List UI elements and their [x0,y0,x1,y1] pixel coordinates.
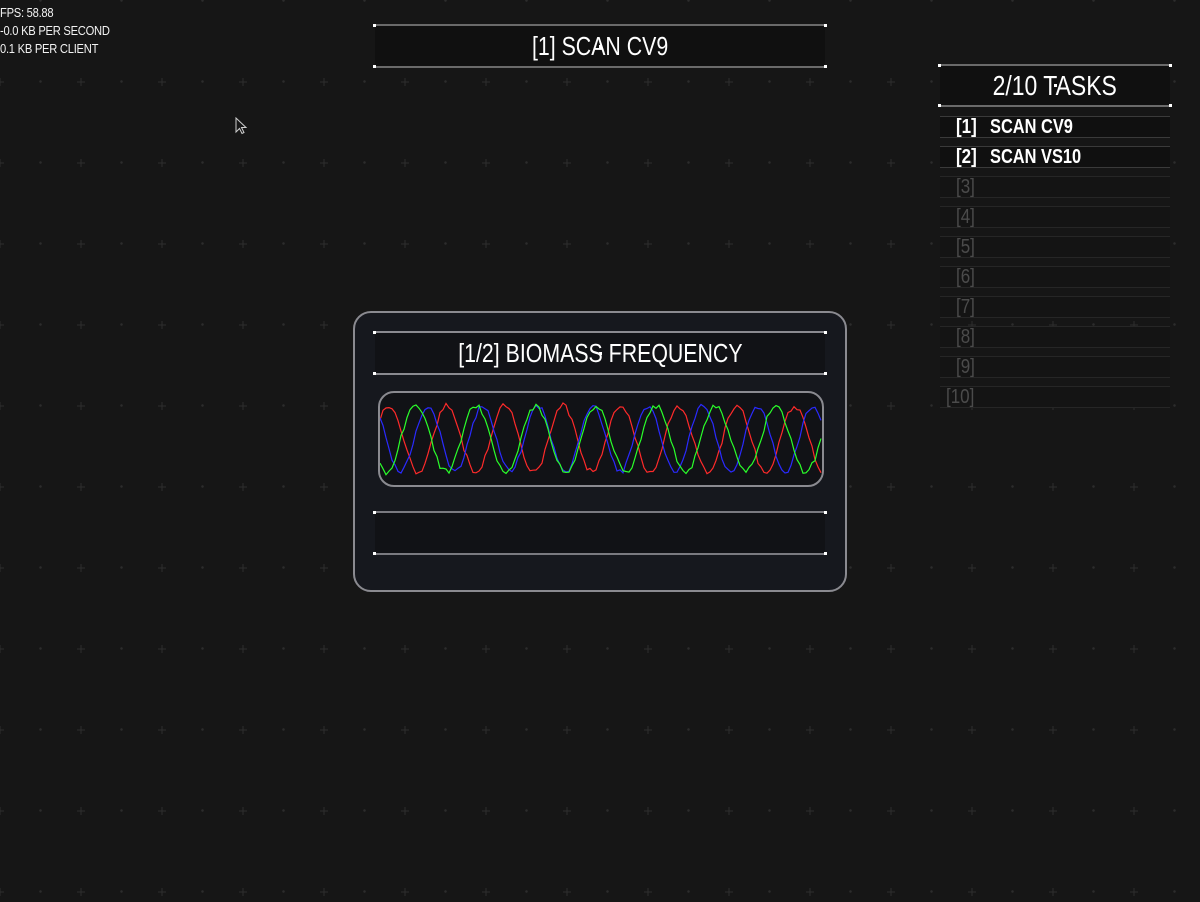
task-row: [5] [940,236,1170,258]
current-task-banner: [1] SCAN CV9 [373,24,827,68]
debug-overlay: FPS: 58.88 -0.0 KB PER SECOND 0.1 KB PER… [0,4,110,58]
task-row: [8] [940,326,1170,348]
task-row: [2] SCAN VS10 [940,146,1170,168]
scan-panel-title: [1/2] BIOMASS FREQUENCY [373,331,827,375]
task-number: [8] [956,326,975,348]
scan-panel-title-label: [1/2] BIOMASS FREQUENCY [457,337,743,368]
task-row: [6] [940,266,1170,288]
task-number: [1] [956,116,977,138]
task-row: [10] [940,386,1170,408]
green-wave [380,403,822,476]
fps-counter: FPS: 58.88 [0,5,54,20]
task-number: [3] [956,176,975,198]
scan-status-bar [373,511,827,555]
tasks-header: 2/10 TASKS [938,64,1172,107]
task-number: [7] [956,296,975,318]
waveform-graph [380,402,822,476]
kb-per-second: -0.0 KB PER SECOND [0,23,110,38]
red-wave [380,402,822,475]
mouse-cursor-icon [235,117,248,135]
task-name: SCAN VS10 [990,146,1082,168]
blue-wave [380,403,822,475]
task-row: [7] [940,296,1170,318]
tasks-count: 2/10 TASKS [992,69,1118,101]
task-row: [9] [940,356,1170,378]
task-number: [10] [946,386,975,408]
frequency-waveform [378,391,824,487]
task-row: [1] SCAN CV9 [940,116,1170,138]
task-number: [4] [956,206,975,228]
task-number: [6] [956,266,975,288]
task-number: [2] [956,146,977,168]
task-name: SCAN CV9 [990,116,1073,138]
task-number: [5] [956,236,975,258]
kb-per-client: 0.1 KB PER CLIENT [0,41,99,56]
task-row: [4] [940,206,1170,228]
task-row: [3] [940,176,1170,198]
task-number: [9] [956,356,975,378]
current-task-label: [1] SCAN CV9 [531,30,669,61]
